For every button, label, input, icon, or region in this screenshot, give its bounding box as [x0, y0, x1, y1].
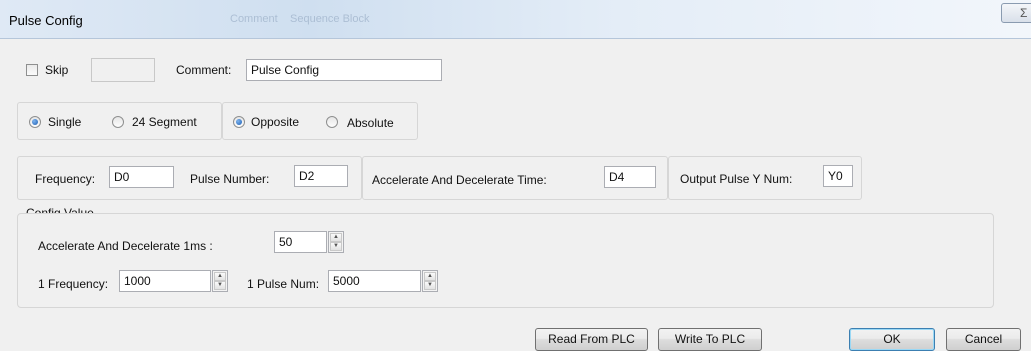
output-pulse-field[interactable]: [823, 165, 853, 187]
pulse-num-1-field[interactable]: [328, 270, 421, 292]
read-from-plc-button[interactable]: Read From PLC: [535, 328, 648, 351]
frequency-1-field[interactable]: [119, 270, 211, 292]
title-bar: Pulse Config Comment Sequence Block Σ: [0, 0, 1031, 39]
config-value-group: Accelerate And Decelerate 1ms : ▲ ▼ 1 Fr…: [17, 213, 994, 308]
background-window-subtitle: Sequence Block: [290, 13, 370, 25]
close-button[interactable]: Σ: [1001, 3, 1031, 23]
spin-down-icon[interactable]: ▼: [330, 242, 342, 251]
accel-time-field[interactable]: [604, 166, 656, 188]
frequency-label: Frequency:: [35, 172, 96, 186]
spin-down-icon[interactable]: ▼: [214, 281, 226, 290]
spin-up-icon[interactable]: ▲: [330, 233, 342, 242]
comment-label: Comment:: [176, 63, 232, 77]
accel-time-group: Accelerate And Decelerate Time:: [362, 156, 668, 200]
skip-checkbox[interactable]: [26, 64, 38, 76]
frequency-1-label: 1 Frequency:: [38, 277, 109, 291]
output-pulse-group: Output Pulse Y Num:: [668, 156, 862, 200]
pulse-num-1-stepper[interactable]: ▲ ▼: [422, 270, 438, 292]
mode-group: Single 24 Segment: [17, 102, 222, 140]
spin-up-icon[interactable]: ▲: [214, 272, 226, 281]
window-title: Pulse Config: [9, 13, 83, 28]
write-to-plc-button[interactable]: Write To PLC: [658, 328, 762, 351]
background-window-title: Comment: [230, 13, 278, 25]
frequency-pulse-group: Frequency: Pulse Number:: [17, 156, 362, 200]
comment-field[interactable]: [246, 59, 442, 81]
radio-single-label: Single: [48, 115, 82, 129]
accel-time-label: Accelerate And Decelerate Time:: [372, 173, 547, 187]
pulse-number-label: Pulse Number:: [190, 172, 270, 186]
accel-1ms-stepper[interactable]: ▲ ▼: [328, 231, 344, 253]
frequency-field[interactable]: [109, 166, 174, 188]
skip-value-field[interactable]: [91, 58, 155, 82]
skip-label: Skip: [45, 63, 69, 77]
radio-absolute-label: Absolute: [347, 116, 394, 130]
close-icon: Σ: [1020, 6, 1028, 20]
radio-24-segment[interactable]: [112, 116, 124, 128]
accel-1ms-field[interactable]: [274, 231, 327, 253]
cancel-button[interactable]: Cancel: [946, 328, 1021, 351]
pulse-number-field[interactable]: [294, 165, 348, 187]
accel-1ms-label: Accelerate And Decelerate 1ms :: [38, 239, 213, 253]
radio-24-segment-label: 24 Segment: [132, 115, 197, 129]
output-pulse-label: Output Pulse Y Num:: [680, 172, 793, 186]
frequency-1-stepper[interactable]: ▲ ▼: [212, 270, 228, 292]
radio-opposite-label: Opposite: [251, 115, 300, 129]
spin-down-icon[interactable]: ▼: [424, 281, 436, 290]
pulse-num-1-label: 1 Pulse Num:: [247, 277, 320, 291]
radio-opposite[interactable]: [233, 116, 245, 128]
radio-single[interactable]: [29, 116, 41, 128]
spin-up-icon[interactable]: ▲: [424, 272, 436, 281]
radio-absolute[interactable]: [326, 116, 338, 128]
ok-button[interactable]: OK: [849, 328, 935, 351]
direction-group: Opposite Absolute: [222, 102, 418, 140]
